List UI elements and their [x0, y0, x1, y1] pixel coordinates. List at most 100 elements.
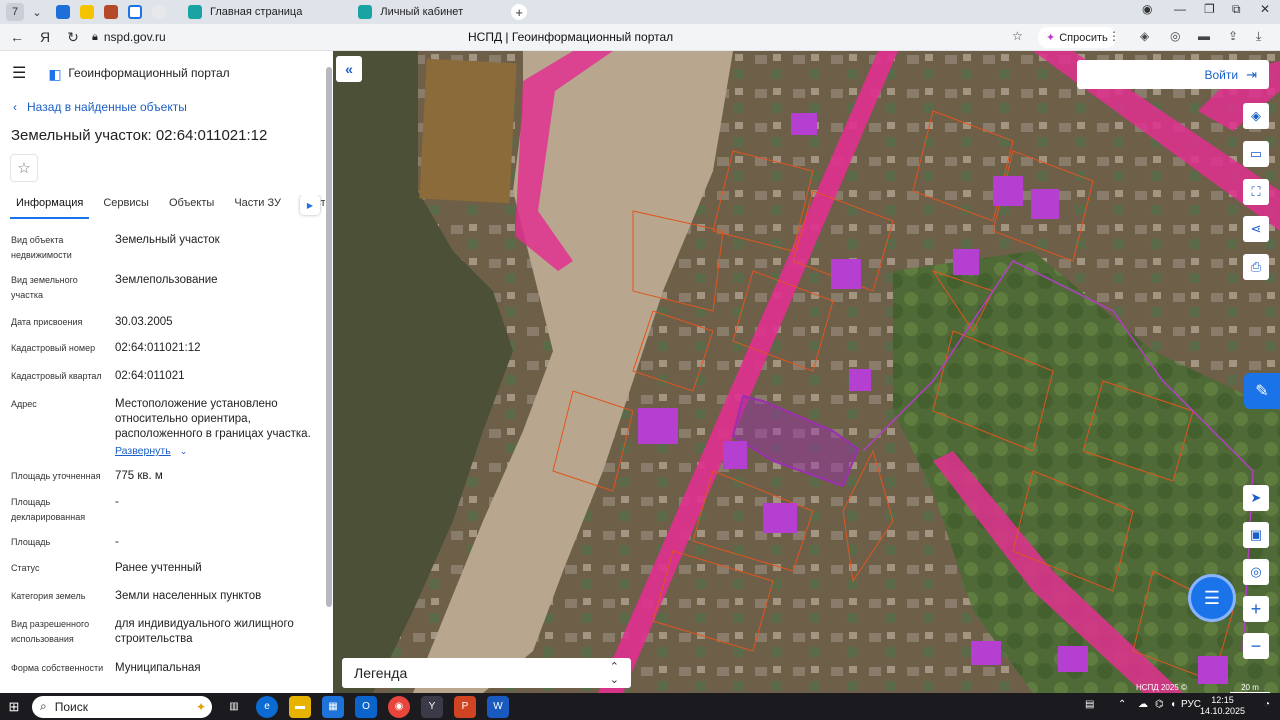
network-icon[interactable]: ⌬: [1155, 699, 1164, 710]
tab-information[interactable]: Информация: [10, 195, 90, 219]
chat-button[interactable]: ☰: [1188, 574, 1236, 622]
prop-key: Площадь: [11, 537, 51, 547]
prop-key: Площадь декларированная: [11, 497, 86, 522]
cloud-icon[interactable]: ☁: [1138, 699, 1148, 710]
clock[interactable]: 12:15 14.10.2025: [1200, 695, 1245, 717]
downloads-icon[interactable]: ▬: [1198, 29, 1210, 43]
volume-icon[interactable]: ◖: [1170, 699, 1176, 710]
locate-button[interactable]: ➤: [1243, 485, 1269, 511]
prop-key: Вид земельного участка: [11, 275, 78, 300]
tab-list-chevron-icon[interactable]: ⌄: [28, 3, 46, 21]
current-site-tab-icon[interactable]: [128, 5, 142, 19]
back-arrow-icon[interactable]: ←: [6, 29, 28, 45]
portal-header: ☰ ◧ Геоинформационный портал: [12, 63, 230, 83]
yandex-icon[interactable]: Я: [34, 29, 56, 45]
address-bar: ← Я ↻ 🔒︎ nspd.gov.ru НСПД | Геоинформаци…: [0, 24, 1280, 51]
chrome-icon[interactable]: ◉: [388, 695, 410, 718]
expand-link[interactable]: Развернуть ⌄: [115, 444, 315, 459]
feedback-button[interactable]: ✎: [1244, 373, 1280, 409]
prop-value: Земельный участок: [115, 234, 220, 246]
download-icon[interactable]: ⤓: [1256, 29, 1261, 44]
notifications-icon[interactable]: ◔: [1264, 699, 1270, 710]
ruler-button[interactable]: ▭: [1243, 141, 1269, 167]
layers-button[interactable]: ◈: [1243, 103, 1269, 129]
scrollbar-thumb[interactable]: [326, 67, 332, 607]
windows-start-icon[interactable]: ⊞: [0, 699, 28, 715]
edge-icon[interactable]: e: [256, 695, 278, 718]
page-title: НСПД | Геоинформационный портал: [468, 30, 674, 44]
select-area-button[interactable]: ⛶: [1243, 179, 1269, 205]
store-icon[interactable]: ▦: [322, 695, 344, 718]
taskbar-search[interactable]: ⌕ Поиск ✦: [32, 695, 212, 718]
prop-key: Статус: [11, 563, 40, 573]
widgets-icon[interactable]: ▤: [1085, 699, 1094, 710]
menu-icon[interactable]: ☰: [12, 63, 26, 83]
profile-icon[interactable]: ◉: [1142, 2, 1152, 16]
prop-key: Форма собственности: [11, 663, 104, 673]
restore-window-icon[interactable]: ⧉: [1232, 2, 1241, 17]
language-indicator[interactable]: РУС: [1181, 699, 1201, 710]
powerpoint-icon[interactable]: P: [454, 695, 476, 718]
extension-icon[interactable]: ◈: [1140, 29, 1149, 43]
notes-tab-icon[interactable]: [80, 5, 94, 19]
geolocation-button[interactable]: ◎: [1243, 559, 1269, 585]
bookmark-icon[interactable]: ☆: [1012, 29, 1023, 43]
navigation-arrow-icon: ➤: [1250, 490, 1262, 505]
url-field[interactable]: 🔒︎ nspd.gov.ru: [92, 30, 166, 44]
restore-icon[interactable]: ❐: [1204, 2, 1215, 16]
share-button[interactable]: ⋖: [1243, 216, 1269, 242]
chevron-down-icon: ⌄: [179, 446, 188, 456]
tab-main-page[interactable]: Главная страница: [180, 1, 310, 23]
minimap-icon: ▣: [1249, 527, 1263, 542]
tab-personal-cabinet[interactable]: Личный кабинет: [350, 1, 471, 23]
minimap-button[interactable]: ▣: [1243, 522, 1269, 548]
prop-value: -: [115, 536, 119, 548]
search-icon: ⌕: [40, 699, 47, 713]
minimize-icon[interactable]: —: [1174, 2, 1186, 16]
expand-collapse-icon: ⌃ ⌄: [609, 661, 619, 686]
outlook-tab-icon[interactable]: [56, 5, 70, 19]
panel-scrollbar[interactable]: [326, 57, 332, 687]
portal-title: Геоинформационный портал: [68, 66, 230, 80]
yandex-browser-icon[interactable]: Y: [421, 695, 443, 718]
favorite-star-button[interactable]: ☆: [10, 154, 38, 182]
ask-button[interactable]: ✦ Спросить: [1038, 27, 1116, 48]
menu-dots-icon[interactable]: ⋮: [1108, 29, 1120, 43]
alice-icon[interactable]: ◎: [1170, 29, 1180, 43]
collapse-panel-button[interactable]: «: [336, 56, 362, 82]
info-panel: ☰ ◧ Геоинформационный портал ‹ Назад в н…: [0, 51, 333, 693]
prop-key: Дата присвоения: [11, 317, 83, 327]
legend-dropdown[interactable]: Легенда ⌃ ⌄: [342, 658, 631, 688]
print-button[interactable]: ⎙: [1243, 254, 1269, 280]
prop-key: Категория земель: [11, 591, 86, 601]
barge: [419, 58, 517, 204]
clock-date: 14.10.2025: [1200, 706, 1246, 716]
tab-count-badge[interactable]: 7: [6, 3, 24, 21]
select-area-icon: ⛶: [1251, 184, 1261, 199]
feedback-icon: ✎: [1255, 383, 1269, 400]
zoom-out-button[interactable]: −: [1243, 633, 1269, 659]
clock-time: 12:15: [1211, 695, 1234, 705]
app-tab-icon[interactable]: [104, 5, 118, 19]
map-canvas[interactable]: [333, 51, 1280, 693]
tab-services[interactable]: Сервисы: [97, 195, 155, 219]
tab-objects[interactable]: Объекты: [163, 195, 220, 219]
map-view[interactable]: [333, 51, 1280, 693]
word-icon[interactable]: W: [487, 695, 509, 718]
tab-parts[interactable]: Части ЗУ: [228, 195, 287, 219]
reload-icon[interactable]: ↻: [62, 29, 84, 46]
extension-tab-icon[interactable]: [152, 5, 166, 19]
task-view-icon[interactable]: ▥: [223, 696, 245, 718]
new-tab-button[interactable]: +: [511, 4, 528, 20]
geolocation-icon: ◎: [1250, 564, 1262, 579]
outlook-icon[interactable]: O: [355, 695, 377, 718]
login-button[interactable]: Войти ⇥: [1077, 60, 1269, 89]
prop-key: Адрес: [11, 399, 37, 409]
zoom-in-button[interactable]: +: [1243, 596, 1269, 622]
back-to-results-link[interactable]: ‹ Назад в найденные объекты: [13, 100, 187, 114]
chevron-up-icon[interactable]: ⌃: [1118, 699, 1126, 710]
tabs-scroll-right-icon[interactable]: ▶: [300, 195, 320, 215]
share-icon[interactable]: ⇪: [1228, 29, 1238, 43]
close-icon[interactable]: ✕: [1260, 2, 1270, 16]
explorer-icon[interactable]: ▬: [289, 695, 311, 718]
